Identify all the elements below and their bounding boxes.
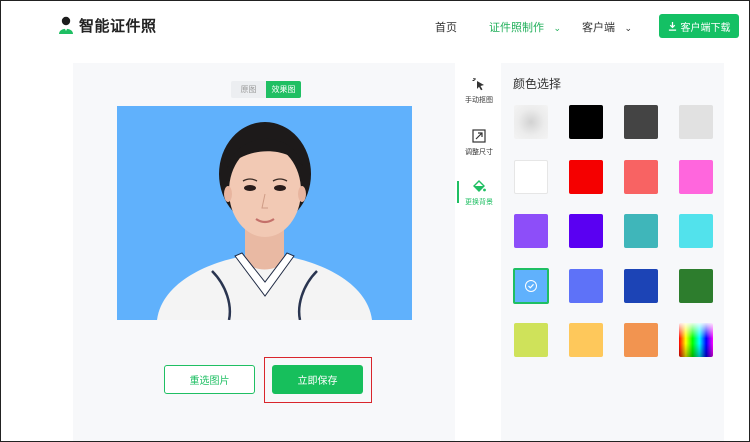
- color-swatch[interactable]: [624, 323, 658, 357]
- tool-resize[interactable]: 调整尺寸: [458, 129, 500, 173]
- tool-change-background-label: 更换背景: [465, 198, 493, 206]
- color-swatch[interactable]: [514, 160, 548, 194]
- color-swatch[interactable]: [624, 105, 658, 139]
- tool-change-background[interactable]: 更换背景: [458, 179, 500, 223]
- color-swatch[interactable]: [679, 269, 713, 303]
- resize-icon: [472, 129, 486, 143]
- download-icon: [668, 21, 676, 31]
- color-swatch[interactable]: [679, 105, 713, 139]
- nav-home[interactable]: 首页: [435, 19, 457, 35]
- save-now-button[interactable]: 立即保存: [272, 365, 363, 394]
- cursor-click-icon: [472, 77, 484, 91]
- toggle-original[interactable]: 原图: [231, 81, 266, 98]
- tool-manual-cutout-label: 手动抠图: [465, 96, 493, 104]
- color-swatch[interactable]: [624, 160, 658, 194]
- color-panel-title: 颜色选择: [513, 77, 562, 91]
- color-swatch[interactable]: [624, 269, 658, 303]
- tool-manual-cutout[interactable]: 手动抠图: [458, 77, 500, 121]
- color-swatch[interactable]: [569, 269, 603, 303]
- active-tool-indicator: [457, 181, 459, 203]
- nav-client[interactable]: 客户端 ⌄: [582, 19, 632, 35]
- transparent-color-swatch[interactable]: [514, 105, 548, 139]
- download-label: 客户端下载: [680, 22, 731, 34]
- reselect-image-button[interactable]: 重选图片: [164, 365, 255, 394]
- color-swatch[interactable]: [569, 214, 603, 248]
- check-icon: [525, 280, 537, 292]
- nav-client-label: 客户端: [582, 21, 615, 34]
- view-toggle[interactable]: 原图 效果图: [231, 81, 301, 98]
- custom-color-swatch[interactable]: [679, 323, 713, 357]
- chevron-down-icon: ⌄: [553, 24, 562, 34]
- color-swatch[interactable]: [569, 160, 603, 194]
- top-header: 智能证件照 首页 证件照制作 ⌄ 客户端 ⌄ 客户端下载: [1, 1, 749, 51]
- color-swatch[interactable]: [514, 214, 548, 248]
- portrait-image: [157, 122, 372, 320]
- paint-bucket-icon: [473, 180, 486, 192]
- chevron-down-icon: ⌄: [624, 24, 633, 34]
- brand-logo-icon: [59, 16, 73, 34]
- tool-sidebar: 手动抠图 调整尺寸 更换背景: [458, 69, 500, 219]
- color-swatch[interactable]: [569, 105, 603, 139]
- nav-id-photo-make[interactable]: 证件照制作 ⌄: [489, 19, 561, 35]
- color-swatch[interactable]: [514, 323, 548, 357]
- color-swatch[interactable]: [679, 160, 713, 194]
- client-download-button[interactable]: 客户端下载: [659, 14, 739, 38]
- brand-name: 智能证件照: [79, 17, 157, 35]
- toggle-result[interactable]: 效果图: [266, 81, 301, 98]
- tool-resize-label: 调整尺寸: [465, 148, 493, 156]
- color-swatch[interactable]: [569, 323, 603, 357]
- nav-make-label: 证件照制作: [489, 21, 544, 34]
- color-swatch[interactable]: [679, 214, 713, 248]
- color-swatch[interactable]: [624, 214, 658, 248]
- nav-home-label: 首页: [435, 21, 457, 34]
- id-photo-preview: [117, 106, 412, 320]
